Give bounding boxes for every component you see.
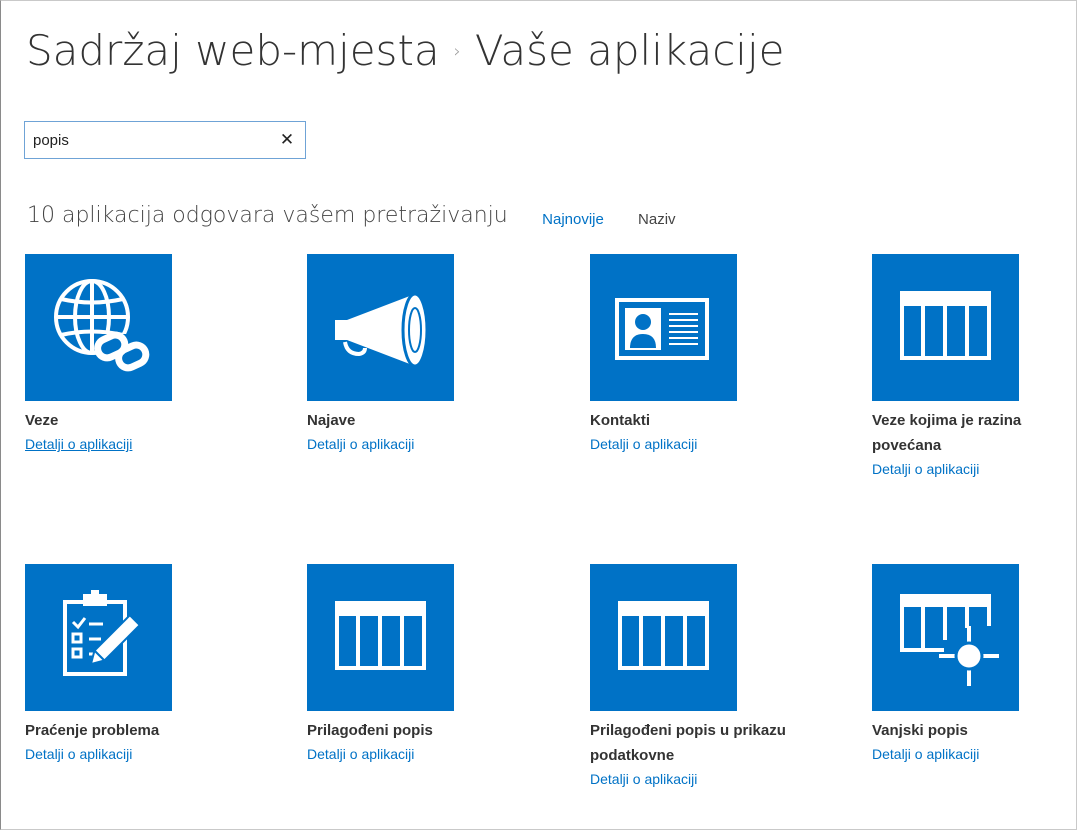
external-list-icon <box>900 594 999 686</box>
list-table-icon <box>618 601 709 670</box>
site-contents-page: Sadržaj web-mjesta › Vaše aplikacije ✕ 10 … <box>0 0 1077 830</box>
app-tile-promoted-links-image[interactable] <box>872 254 1019 401</box>
globe-link-icon <box>54 279 150 372</box>
app-name[interactable]: Praćenje problema <box>25 718 225 743</box>
app-name[interactable]: Kontakti <box>590 408 790 433</box>
clipboard-checklist-icon <box>63 590 142 676</box>
app-details-link[interactable]: Detalji o aplikaciji <box>590 433 697 455</box>
app-name[interactable]: Vanjski popis <box>872 718 1072 743</box>
app-details-link[interactable]: Detalji o aplikaciji <box>307 433 414 455</box>
app-tile-links-image[interactable] <box>25 254 172 401</box>
app-tile-contacts-image[interactable] <box>590 254 737 401</box>
app-tile-issue-tracking: Praćenje problema Detalji o aplikaciji <box>25 564 275 765</box>
sort-newest-link[interactable]: Najnovije <box>542 211 604 228</box>
breadcrumb: Sadržaj web-mjesta › Vaše aplikacije <box>26 21 784 82</box>
app-tile-announcements: Najave Detalji o aplikaciji <box>307 254 557 455</box>
app-name[interactable]: Najave <box>307 408 507 433</box>
app-tile-external-list: Vanjski popis Detalji o aplikaciji <box>872 564 1077 765</box>
app-details-link[interactable]: Detalji o aplikaciji <box>590 768 697 790</box>
app-name[interactable]: Veze kojima je razina povećana <box>872 408 1072 458</box>
app-details-link[interactable]: Detalji o aplikaciji <box>872 458 979 480</box>
app-details-link[interactable]: Detalji o aplikaciji <box>872 743 979 765</box>
app-tile-issue-tracking-image[interactable] <box>25 564 172 711</box>
app-details-link[interactable]: Detalji o aplikaciji <box>25 433 132 455</box>
app-search-box: ✕ <box>24 121 306 159</box>
app-tile-external-list-image[interactable] <box>872 564 1019 711</box>
list-table-icon <box>335 601 426 670</box>
search-input[interactable] <box>33 128 263 152</box>
megaphone-icon <box>335 292 429 368</box>
app-tile-custom-list-image[interactable] <box>307 564 454 711</box>
page-title: Vaše aplikacije <box>474 26 785 75</box>
app-tile-announcements-image[interactable] <box>307 254 454 401</box>
app-tile-custom-list-datasheet-image[interactable] <box>590 564 737 711</box>
app-name[interactable]: Prilagođeni popis <box>307 718 507 743</box>
app-name[interactable]: Veze <box>25 408 225 433</box>
app-tile-custom-list: Prilagođeni popis Detalji o aplikaciji <box>307 564 557 765</box>
sort-name-link[interactable]: Naziv <box>638 211 676 228</box>
app-name[interactable]: Prilagođeni popis u prikazu podatkovne <box>590 718 790 768</box>
app-tile-links: Veze Detalji o aplikaciji <box>25 254 275 455</box>
result-count: 10 aplikacija odgovara vašem pretraživan… <box>27 203 508 228</box>
results-header: 10 aplikacija odgovara vašem pretraživan… <box>27 203 676 228</box>
breadcrumb-site-contents[interactable]: Sadržaj web-mjesta <box>26 26 440 75</box>
app-tile-contacts: Kontakti Detalji o aplikaciji <box>590 254 840 455</box>
contact-card-icon <box>615 298 709 360</box>
list-table-icon <box>900 291 991 360</box>
breadcrumb-separator-icon: › <box>453 41 461 62</box>
app-details-link[interactable]: Detalji o aplikaciji <box>25 743 132 765</box>
sort-options: Najnovije Naziv <box>542 211 675 228</box>
app-tile-promoted-links: Veze kojima je razina povećana Detalji o… <box>872 254 1077 480</box>
app-tile-custom-list-datasheet: Prilagođeni popis u prikazu podatkovne D… <box>590 564 840 790</box>
app-details-link[interactable]: Detalji o aplikaciji <box>307 743 414 765</box>
clear-search-icon[interactable]: ✕ <box>278 128 296 152</box>
